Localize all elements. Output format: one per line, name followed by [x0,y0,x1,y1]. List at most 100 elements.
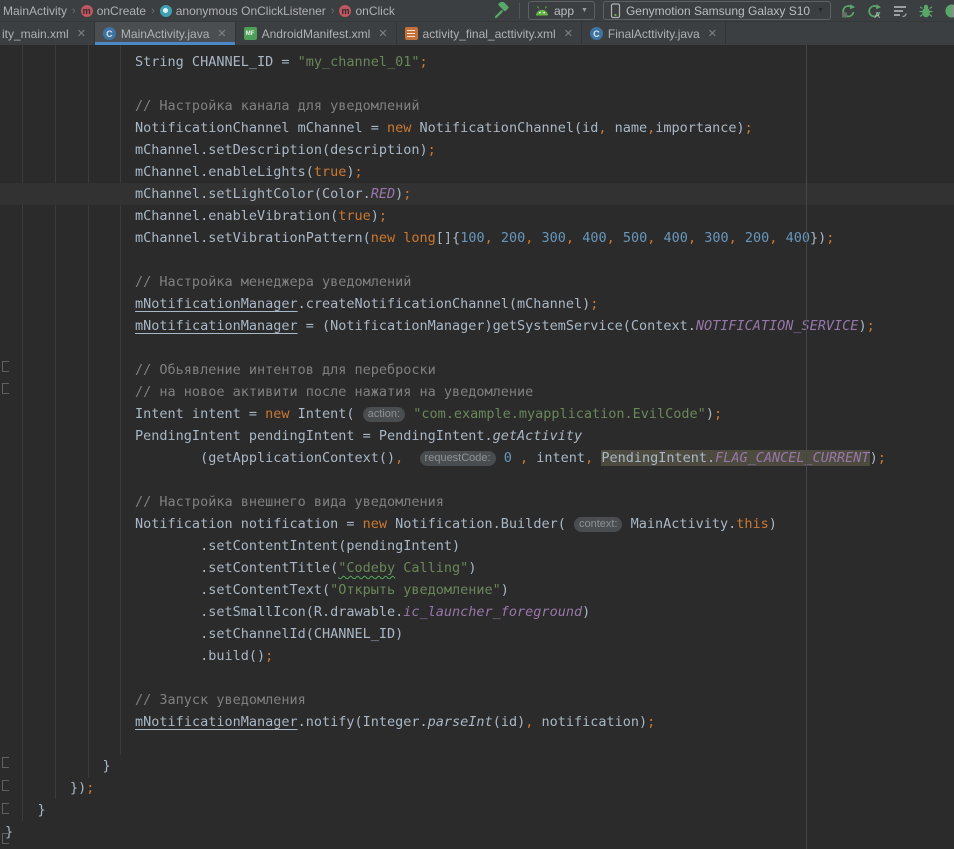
tab-ity_main.xml[interactable]: ity_main.xml ✕ [0,22,95,45]
code-line[interactable]: Notification notification = new Notifica… [0,513,954,535]
tab-label: ity_main.xml [2,27,69,41]
code-token: ic_launcher_foreground [403,604,582,620]
code-line[interactable]: // Настройка менеджера уведомлений [0,271,954,293]
close-icon[interactable]: ✕ [77,27,86,40]
code-line[interactable]: .setContentIntent(pendingIntent) [0,535,954,557]
code-token: Calling" [395,560,468,576]
code-line[interactable]: .build(); [0,645,954,667]
code-line[interactable]: PendingIntent pendingIntent = PendingInt… [0,425,954,447]
tab-FinalActtivity.java[interactable]: CFinalActtivity.java✕ [582,22,726,45]
code-token: mChannel.setLightColor(Color. [5,186,371,202]
code-token: Intent intent = [5,406,265,422]
code-line[interactable]: mNotificationManager = (NotificationMana… [0,315,954,337]
code-line[interactable]: (getApplicationContext(), requestCode: 0… [0,447,954,469]
code-token: ; [745,120,753,136]
code-line[interactable]: mNotificationManager.notify(Integer.pars… [0,711,954,733]
run-config-label: app [554,4,574,18]
code-token: ; [428,142,436,158]
code-token: mChannel.enableVibration( [5,208,338,224]
code-line[interactable]: mChannel.setDescription(description); [0,139,954,161]
code-line[interactable]: mNotificationManager.createNotificationC… [0,293,954,315]
code-token: notification) [533,714,647,730]
code-line[interactable]: // Обьявление интентов для переброски [0,359,954,381]
build-hammer-icon[interactable] [493,2,511,20]
code-token: ; [265,648,273,664]
code-line[interactable] [0,469,954,491]
code-line[interactable]: } [0,799,954,821]
manifest-file-icon: MF [244,27,257,40]
code-line[interactable] [0,73,954,95]
code-token: 200 [501,230,525,246]
device-select[interactable]: Genymotion Samsung Galaxy S10 ▼ [603,1,831,20]
code-line[interactable]: }); [0,777,954,799]
layout-xml-file-icon [405,27,418,40]
code-line[interactable]: NotificationChannel mChannel = new Notif… [0,117,954,139]
code-line[interactable]: } [0,821,954,843]
profiler-lines-icon[interactable] [891,2,909,20]
code-token: ; [355,164,363,180]
code-line[interactable] [0,337,954,359]
breadcrumb-item[interactable]: anonymous OnClickListener [158,4,328,18]
apply-changes-restart-icon[interactable] [839,2,857,20]
code-token [496,450,504,466]
code-line[interactable]: mChannel.setVibrationPattern(new long[]{… [0,227,954,249]
close-icon[interactable]: ✕ [708,27,717,40]
clipped-action-icon[interactable] [943,2,954,20]
fold-marker[interactable] [2,383,9,394]
close-icon[interactable]: ✕ [378,27,387,40]
code-token: ) [501,582,509,598]
code-line[interactable]: String CHANNEL_ID = "my_channel_01"; [0,51,954,73]
code-token: 300 [704,230,728,246]
code-line[interactable]: // Настройка внешнего вида уведомления [0,491,954,513]
tab-MainActivity.java[interactable]: CMainActivity.java✕ [95,22,236,45]
fold-marker[interactable] [2,833,9,844]
code-line[interactable]: // Запуск уведомления [0,689,954,711]
code-token [5,318,135,334]
tab-activity_final_acttivity.xml[interactable]: activity_final_acttivity.xml✕ [397,22,582,45]
code-line[interactable] [0,249,954,271]
code-token: getActivity [493,428,582,444]
code-line[interactable]: // Настройка канала для уведомлений [0,95,954,117]
fold-marker[interactable] [2,361,9,372]
run-config-select[interactable]: app ▼ [528,1,595,20]
code-line[interactable]: mChannel.enableLights(true); [0,161,954,183]
code-token: 300 [542,230,566,246]
code-token: ; [647,714,655,730]
code-line[interactable]: .setContentText("Открыть уведомление") [0,579,954,601]
tab-AndroidManifest.xml[interactable]: MFAndroidManifest.xml✕ [236,22,397,45]
code-token: RED [371,186,395,202]
code-line[interactable] [0,667,954,689]
code-token: String CHANNEL_ID = [5,54,298,70]
code-token: 200 [745,230,769,246]
apply-code-changes-icon[interactable]: A [865,2,883,20]
code-line[interactable] [0,733,954,755]
debug-bug-icon[interactable] [917,2,935,20]
close-icon[interactable]: ✕ [564,27,573,40]
code-line[interactable]: .setChannelId(CHANNEL_ID) [0,623,954,645]
code-line[interactable]: Intent intent = new Intent( action: "com… [0,403,954,425]
code-area[interactable]: String CHANNEL_ID = "my_channel_01"; // … [0,51,954,843]
breadcrumb-item[interactable]: monClick [337,4,396,18]
code-token: .createNotificationChannel(mChannel) [298,296,591,312]
close-icon[interactable]: ✕ [217,27,226,40]
breadcrumb-separator: › [328,5,338,17]
code-line[interactable]: .setContentTitle("Codeby Calling") [0,557,954,579]
code-token: ; [379,208,387,224]
code-token: importance) [655,120,744,136]
breadcrumb-item[interactable]: MainActivity [1,4,69,18]
code-token: .setContentText( [5,582,330,598]
code-line[interactable]: .setSmallIcon(R.drawable.ic_launcher_for… [0,601,954,623]
fold-marker[interactable] [2,803,9,814]
code-token: "my_channel_01" [298,54,420,70]
code-token [512,450,520,466]
code-line[interactable]: // на новое активити после нажатия на ув… [0,381,954,403]
android-studio-window: { "ui": { "close_glyph": "✕", "breadcrum… [0,0,954,849]
code-token: this [736,516,769,532]
fold-marker[interactable] [2,757,9,768]
code-line[interactable]: mChannel.enableVibration(true); [0,205,954,227]
code-line[interactable]: mChannel.setLightColor(Color.RED); [0,183,954,205]
code-token: , [688,230,696,246]
code-line[interactable]: } [0,755,954,777]
fold-marker[interactable] [2,780,9,791]
breadcrumb-item[interactable]: monCreate [79,4,148,18]
